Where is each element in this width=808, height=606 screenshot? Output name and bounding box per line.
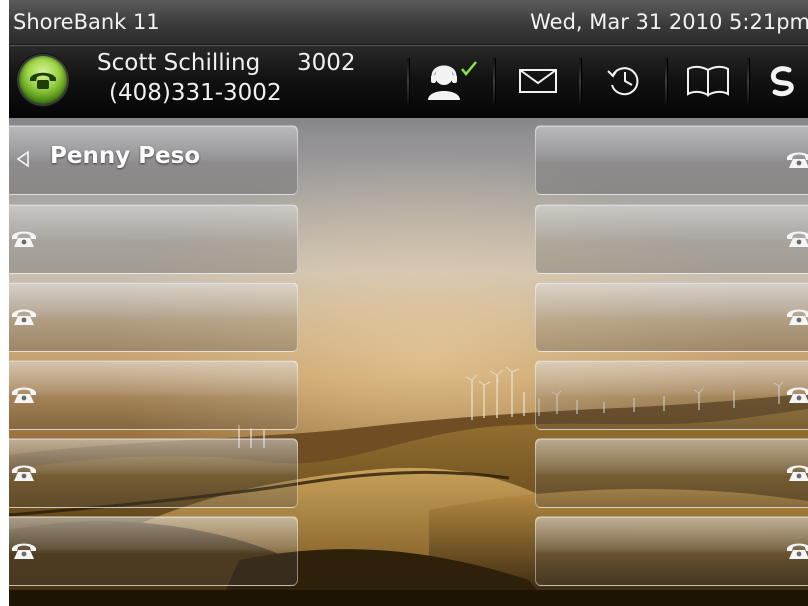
phone-icon — [787, 543, 808, 559]
line-key-right-4[interactable] — [535, 360, 808, 430]
shoretel-button[interactable] — [757, 58, 807, 104]
phone-icon — [12, 387, 36, 403]
line-key-left-3[interactable] — [9, 282, 298, 352]
phone-icon — [787, 387, 808, 403]
history-clock-icon — [607, 67, 639, 96]
line-key-left-1[interactable]: Penny Peso — [9, 125, 298, 195]
line-key-right-5[interactable] — [535, 438, 808, 508]
caller-bar: Scott Schilling 3002 (408)331-3002 — [9, 45, 808, 118]
line-key-right-3[interactable] — [535, 282, 808, 352]
history-button[interactable] — [587, 58, 661, 104]
date-time: Wed, Mar 31 2010 5:21pm — [530, 10, 808, 34]
line-key-right-6[interactable] — [535, 516, 808, 586]
phone-icon — [787, 309, 808, 325]
caller-number: (408)331-3002 — [109, 80, 282, 106]
phone-icon — [12, 231, 36, 247]
presence-agent-icon — [428, 61, 477, 100]
toolbar-divider — [665, 58, 668, 104]
line-key-left-2[interactable] — [9, 204, 298, 274]
line-key-left-5[interactable] — [9, 438, 298, 508]
phone-icon — [12, 309, 36, 325]
line-key-right-2[interactable] — [535, 204, 808, 274]
presence-button[interactable] — [417, 58, 487, 104]
phone-icon — [787, 231, 808, 247]
line-button[interactable] — [19, 56, 67, 104]
phone-icon — [787, 465, 808, 481]
toolbar-divider — [407, 58, 410, 104]
phone-icon — [12, 543, 36, 559]
left-arrow-icon — [16, 150, 29, 168]
caller-extension: 3002 — [297, 50, 356, 76]
caller-name: Scott Schilling — [97, 50, 261, 76]
toolbar-divider — [579, 58, 582, 104]
voicemail-envelope-icon — [519, 69, 557, 93]
handset-icon — [30, 72, 56, 89]
phone-icon — [12, 465, 36, 481]
voicemail-button[interactable] — [501, 58, 575, 104]
line-key-left-4[interactable] — [9, 360, 298, 430]
line-key-left-6[interactable] — [9, 516, 298, 586]
toolbar-divider — [493, 58, 496, 104]
toolbar-divider — [747, 58, 750, 104]
line-key-right-1[interactable] — [535, 125, 808, 195]
directory-button[interactable] — [673, 58, 743, 104]
directory-book-icon — [687, 65, 729, 97]
status-bar: ShoreBank 11 Wed, Mar 31 2010 5:21pm — [9, 0, 808, 45]
device-title: ShoreBank 11 — [13, 10, 160, 34]
phone-screen: ShoreBank 11 Wed, Mar 31 2010 5:21pm Sco… — [0, 0, 808, 606]
phone-icon — [787, 152, 808, 168]
shoretel-logo-icon — [770, 66, 794, 97]
line-key-label: Penny Peso — [50, 143, 201, 169]
